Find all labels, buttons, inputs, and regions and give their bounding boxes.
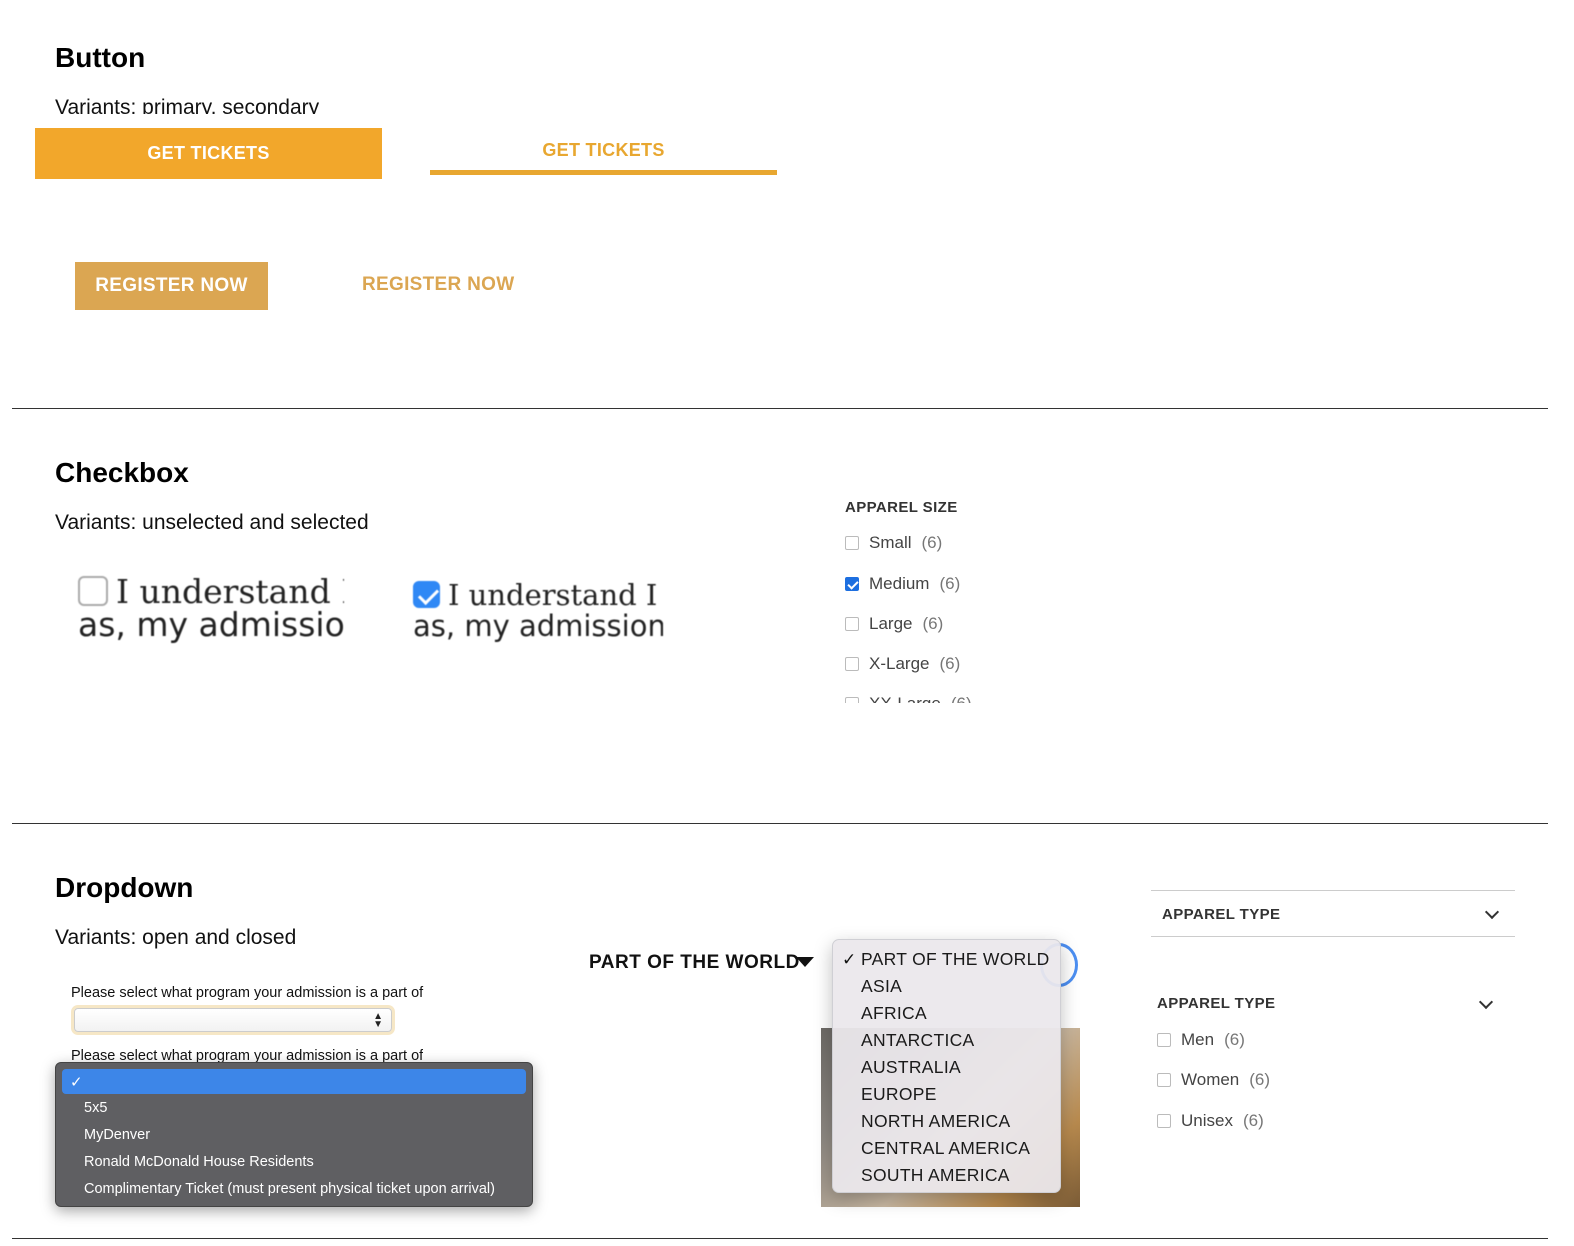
apparel-type-unisex[interactable]: Unisex (6) [1157,1111,1264,1131]
world-option-central-america[interactable]: CENTRAL AMERICA [861,1138,1030,1159]
register-now-secondary-button[interactable]: REGISTER NOW [362,274,514,296]
checkbox-checked-icon[interactable] [413,580,440,608]
checkbox-unchecked-icon[interactable] [1157,1114,1171,1128]
section-title-checkbox: Checkbox [55,457,189,488]
part-of-world-menu-open[interactable]: ✓ PART OF THE WORLD ASIA AFRICA ANTARCTI… [832,939,1061,1193]
section-subtitle-dropdown: Variants: open and closed [55,926,297,949]
apparel-size-list: Small (6) Medium (6) Large (6) X-Large (… [845,530,1045,703]
chevron-down-icon[interactable] [1478,994,1494,1010]
world-option-north-america[interactable]: NORTH AMERICA [861,1111,1010,1132]
program-option-mydenver[interactable]: MyDenver [84,1127,150,1143]
triangle-down-icon[interactable] [796,957,814,967]
checkbox-unchecked-icon[interactable] [1157,1073,1171,1087]
apparel-type-men[interactable]: Men (6) [1157,1030,1245,1050]
program-select-closed[interactable]: ▲ ▼ [74,1008,392,1032]
apparel-size-heading: APPAREL SIZE [845,499,958,516]
apparel-size-x-large[interactable]: X-Large (6) [845,654,960,674]
part-of-world-label[interactable]: PART OF THE WORLD [589,952,800,974]
section-divider [12,408,1548,409]
world-option-australia[interactable]: AUSTRALIA [861,1057,961,1078]
checkmark-icon: ✓ [842,950,857,969]
program-option-ronald-mcdonald[interactable]: Ronald McDonald House Residents [84,1154,314,1170]
checkbox-unchecked-icon[interactable] [78,576,108,606]
consent-checkbox-unselected[interactable]: I understand I as, my admission [78,576,344,652]
program-select-label-open: Please select what program your admissio… [71,1048,424,1063]
checkbox-unchecked-icon[interactable] [1157,1033,1171,1047]
get-tickets-secondary-button[interactable]: GET TICKETS [430,128,777,175]
apparel-size-large[interactable]: Large (6) [845,614,943,634]
apparel-type-women[interactable]: Women (6) [1157,1070,1270,1090]
consent-text-line2: as, my admission [78,605,344,644]
world-option-part-of-the-world[interactable]: PART OF THE WORLD [861,949,1050,970]
apparel-type-heading: APPAREL TYPE [1162,906,1281,923]
apparel-size-small[interactable]: Small (6) [845,533,942,553]
checkbox-unchecked-icon[interactable] [845,697,859,703]
chevron-down-icon[interactable] [1484,904,1500,920]
world-option-antarctica[interactable]: ANTARCTICA [861,1030,975,1051]
checkbox-unchecked-icon[interactable] [845,536,859,550]
checkbox-unchecked-icon[interactable] [845,617,859,631]
program-option-empty-selected[interactable]: ✓ [62,1069,526,1094]
program-select-label: Please select what program your admissio… [71,985,424,1001]
get-tickets-primary-button[interactable]: GET TICKETS [35,128,382,179]
section-subtitle-checkbox: Variants: unselected and selected [55,511,369,534]
consent-text-line1: I understand I r [448,580,663,612]
program-select-menu-open[interactable]: ✓ 5x5 MyDenver Ronald McDonald House Res… [55,1062,533,1207]
section-divider [12,1238,1548,1239]
select-arrows-icon: ▲ ▼ [373,1011,383,1030]
world-option-europe[interactable]: EUROPE [861,1084,937,1105]
world-option-asia[interactable]: ASIA [861,976,902,997]
world-option-south-america[interactable]: SOUTH AMERICA [861,1165,1010,1186]
section-subtitle-button: Variants: primary, secondary [55,96,320,114]
apparel-type-heading-open[interactable]: APPAREL TYPE [1157,995,1275,1012]
program-option-complimentary[interactable]: Complimentary Ticket (must present physi… [84,1181,495,1197]
checkmark-icon: ✓ [70,1074,83,1091]
program-option-5x5[interactable]: 5x5 [84,1100,107,1116]
checkbox-checked-icon[interactable] [845,577,859,591]
checkbox-unchecked-icon[interactable] [845,657,859,671]
apparel-size-medium[interactable]: Medium (6) [845,574,960,594]
section-title-dropdown: Dropdown [55,872,194,903]
register-now-primary-button[interactable]: REGISTER NOW [75,262,268,310]
world-option-africa[interactable]: AFRICA [861,1003,927,1024]
section-title-button: Button [55,42,146,73]
consent-checkbox-selected[interactable]: I understand I r as, my admission t [413,580,663,646]
section-divider [12,823,1548,824]
apparel-type-accordion-closed[interactable]: APPAREL TYPE [1151,890,1515,937]
apparel-size-xx-large[interactable]: XX-Large (6) [845,694,972,703]
consent-text-line2: as, my admission t [413,608,663,643]
